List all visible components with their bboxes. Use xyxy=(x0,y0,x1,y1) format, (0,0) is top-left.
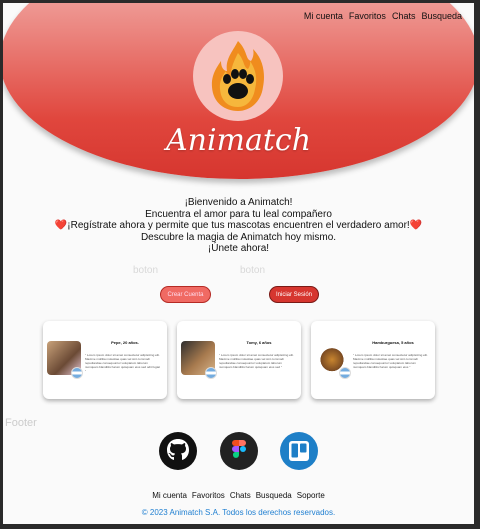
pet-card[interactable]: Pepe, 20 años. " Lorem ipsum dolor sit a… xyxy=(43,321,167,399)
github-icon xyxy=(167,439,189,460)
welcome-line-4: Descubre la magia de Animatch hoy mismo. xyxy=(140,231,337,243)
pet-card[interactable]: Hamburguesa, 5 años " Lorem ipsum dolor … xyxy=(311,321,435,399)
trello-link[interactable] xyxy=(280,432,318,470)
trello-icon xyxy=(289,441,309,461)
nav-mi-cuenta[interactable]: Mi cuenta xyxy=(304,11,343,21)
welcome-text: ¡Bienvenido a Animatch! Encuentra el amo… xyxy=(3,197,474,255)
figma-link[interactable] xyxy=(220,432,258,470)
copyright: © 2023 Animatch S.A. Todos los derechos … xyxy=(141,508,336,517)
footer-link-soporte[interactable]: Soporte xyxy=(297,491,325,500)
footer-link-busqueda[interactable]: Busqueda xyxy=(256,491,292,500)
login-button[interactable]: Iniciar Sesión xyxy=(269,286,319,303)
argentina-flag-icon xyxy=(339,367,351,379)
footer-link-chats[interactable]: Chats xyxy=(230,491,251,500)
heart-icon: ❤️ xyxy=(54,220,68,232)
nav-chats[interactable]: Chats xyxy=(392,11,416,21)
argentina-flag-icon xyxy=(71,367,83,379)
welcome-line-1: ¡Bienvenido a Animatch! xyxy=(184,197,293,208)
welcome-line-5: ¡Únete ahora! xyxy=(207,243,270,255)
footer-label: Footer xyxy=(5,417,37,429)
pet-name: Pepe, 20 años. xyxy=(111,340,139,345)
pet-card[interactable]: Tomy, 6 años " Lorem ipsum dolor sit ame… xyxy=(177,321,301,399)
create-account-button[interactable]: Crear Cuenta xyxy=(160,286,211,303)
welcome-line-3: ❤️¡Regístrate ahora y permite que tus ma… xyxy=(54,220,423,232)
nav-busqueda[interactable]: Busqueda xyxy=(421,11,462,21)
footer-link-mi-cuenta[interactable]: Mi cuenta xyxy=(152,491,187,500)
top-nav: Mi cuenta Favoritos Chats Busqueda xyxy=(304,11,462,21)
figma-icon xyxy=(232,440,246,458)
heart-icon: ❤️ xyxy=(409,220,423,232)
page: Mi cuenta Favoritos Chats Busqueda Anima… xyxy=(3,3,474,524)
brand-title: Animatch xyxy=(165,123,312,158)
logo[interactable] xyxy=(193,31,283,121)
pet-quote: " Lorem ipsum dolor sit amet consectetur… xyxy=(219,353,294,369)
footer-link-favoritos[interactable]: Favoritos xyxy=(192,491,225,500)
paw-flame-logo-icon xyxy=(211,41,264,111)
welcome-line-2: Encuentra el amor para tu leal compañero xyxy=(145,208,332,220)
argentina-flag-icon xyxy=(205,367,217,379)
github-link[interactable] xyxy=(159,432,197,470)
button-caption-right: boton xyxy=(240,265,266,276)
footer-links: Mi cuenta Favoritos Chats Busqueda Sopor… xyxy=(3,491,474,500)
button-caption-left: boton xyxy=(133,265,159,276)
pet-quote: " Lorem ipsum dolor sit amet consectetur… xyxy=(85,353,160,373)
pet-quote: " Lorem ipsum dolor sit amet consectetur… xyxy=(353,353,428,369)
pet-name: Tomy, 6 años xyxy=(246,340,272,345)
pet-name: Hamburguesa, 5 años xyxy=(372,340,414,345)
nav-favoritos[interactable]: Favoritos xyxy=(349,11,386,21)
